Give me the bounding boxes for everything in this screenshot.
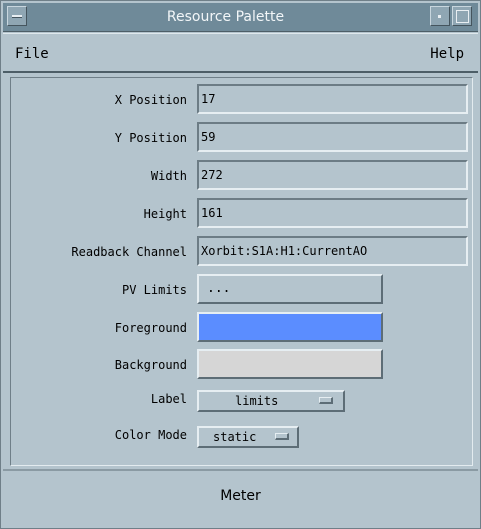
option-menu-indicator-icon xyxy=(319,397,333,404)
readback-channel-field[interactable]: Xorbit:S1A:H1:CurrentAO xyxy=(197,236,468,266)
foreground-label: Foreground xyxy=(114,321,187,335)
row-color-mode: Color Mode static xyxy=(11,423,472,455)
minimize-icon[interactable] xyxy=(430,6,450,26)
label-label: Label xyxy=(150,392,187,406)
color-mode-label: Color Mode xyxy=(114,428,187,442)
status-area: Meter xyxy=(3,469,478,528)
row-y-position: Y Position 59 xyxy=(11,122,472,154)
x-position-label: X Position xyxy=(114,93,187,107)
label-option-menu[interactable]: limits xyxy=(197,390,345,412)
row-foreground: Foreground xyxy=(11,312,472,344)
pv-limits-label: PV Limits xyxy=(121,283,187,297)
height-field[interactable]: 161 xyxy=(197,198,468,228)
readback-channel-label: Readback Channel xyxy=(71,245,187,259)
resource-palette-window: Resource Palette File Help X Position 17… xyxy=(0,0,481,529)
window-title: Resource Palette xyxy=(166,9,285,25)
object-type-label: Meter xyxy=(220,488,261,504)
option-menu-indicator-icon xyxy=(275,433,289,440)
row-label: Label limits xyxy=(11,387,472,419)
pv-limits-button[interactable]: ... xyxy=(197,274,383,304)
row-width: Width 272 xyxy=(11,160,472,192)
window-menu-icon[interactable] xyxy=(7,6,27,26)
row-background: Background xyxy=(11,349,472,381)
menu-bar: File Help xyxy=(3,33,478,73)
maximize-icon[interactable] xyxy=(452,6,472,26)
title-bar[interactable]: Resource Palette xyxy=(3,3,478,32)
menu-help[interactable]: Help xyxy=(430,46,464,62)
row-height: Height 161 xyxy=(11,198,472,230)
height-label: Height xyxy=(143,207,187,221)
label-option-value: limits xyxy=(235,394,279,408)
y-position-field[interactable]: 59 xyxy=(197,122,468,152)
width-field[interactable]: 272 xyxy=(197,160,468,190)
y-position-label: Y Position xyxy=(114,131,187,145)
properties-panel: X Position 17 Y Position 59 Width 272 He… xyxy=(10,77,473,466)
menu-file[interactable]: File xyxy=(15,46,49,62)
width-label: Width xyxy=(150,169,187,183)
row-readback-channel: Readback Channel Xorbit:S1A:H1:CurrentAO xyxy=(11,236,472,268)
color-mode-option-value: static xyxy=(213,430,257,444)
background-label: Background xyxy=(114,358,187,372)
row-x-position: X Position 17 xyxy=(11,84,472,116)
background-color-button[interactable] xyxy=(197,349,383,379)
foreground-color-button[interactable] xyxy=(197,312,383,342)
x-position-field[interactable]: 17 xyxy=(197,84,468,114)
color-mode-option-menu[interactable]: static xyxy=(197,426,299,448)
row-pv-limits: PV Limits ... xyxy=(11,274,472,306)
